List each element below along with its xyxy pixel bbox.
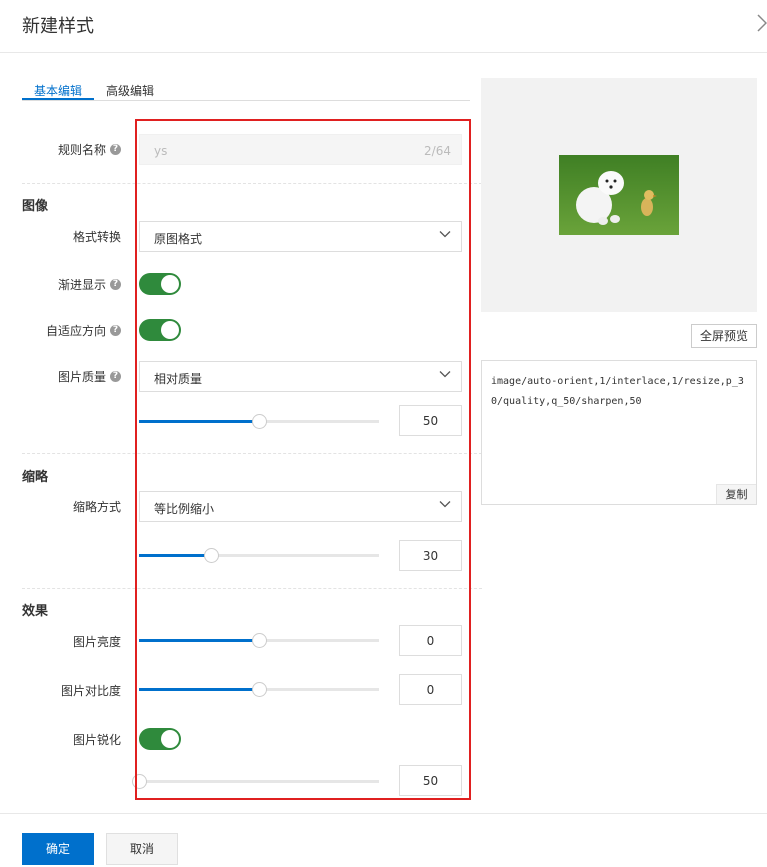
preview-image: [559, 155, 679, 235]
help-icon[interactable]: ?: [110, 144, 121, 155]
dialog-title: 新建样式: [22, 16, 94, 37]
section-title-effects: 效果: [22, 604, 49, 619]
progressive-label: 渐进显示 ?: [58, 276, 121, 293]
chevron-down-icon: [439, 368, 451, 380]
brightness-slider[interactable]: [139, 633, 379, 648]
contrast-value-input[interactable]: 0: [399, 674, 462, 705]
close-icon[interactable]: [757, 13, 767, 37]
char-count: 2/64: [424, 144, 451, 158]
resize-value-input[interactable]: 30: [399, 540, 462, 571]
help-icon[interactable]: ?: [110, 279, 121, 290]
progressive-toggle[interactable]: [139, 273, 181, 295]
image-preview: [481, 78, 757, 312]
toggle-knob: [161, 730, 179, 748]
slider-thumb[interactable]: [132, 774, 147, 789]
toggle-knob: [161, 321, 179, 339]
style-code-text: image/auto-orient,1/interlace,1/resize,p…: [491, 376, 744, 407]
contrast-label: 图片对比度: [60, 684, 121, 698]
help-icon[interactable]: ?: [110, 371, 121, 382]
slider-thumb[interactable]: [252, 633, 267, 648]
sharpen-toggle[interactable]: [139, 728, 181, 750]
quality-select[interactable]: 相对质量: [139, 361, 462, 392]
slider-thumb[interactable]: [252, 414, 267, 429]
dialog-footer: 确定 取消: [0, 813, 767, 867]
format-label: 格式转换: [72, 230, 121, 244]
resize-slider[interactable]: [139, 548, 379, 563]
section-title-thumbnail: 缩略: [22, 470, 49, 485]
sharpen-slider[interactable]: [132, 774, 379, 789]
active-tab-underline: [22, 98, 94, 100]
section-divider: [22, 183, 482, 184]
auto-orient-toggle[interactable]: [139, 319, 181, 341]
brightness-value-input[interactable]: 0: [399, 625, 462, 656]
rule-name-input: ys 2/64: [139, 134, 462, 165]
cancel-button[interactable]: 取消: [106, 833, 178, 865]
fullscreen-preview-button[interactable]: 全屏预览: [691, 324, 757, 348]
tab-advanced-edit[interactable]: 高级编辑: [106, 82, 154, 99]
copy-button[interactable]: 复制: [716, 484, 756, 504]
chevron-down-icon: [439, 228, 451, 240]
toggle-knob: [161, 275, 179, 293]
quality-label: 图片质量 ?: [58, 368, 121, 385]
slider-thumb[interactable]: [252, 682, 267, 697]
resize-label: 缩略方式: [72, 500, 121, 514]
quality-slider[interactable]: [139, 414, 379, 429]
brightness-label: 图片亮度: [72, 635, 121, 649]
chevron-down-icon: [439, 498, 451, 510]
resize-select[interactable]: 等比例缩小: [139, 491, 462, 522]
format-select[interactable]: 原图格式: [139, 221, 462, 252]
sharpen-label: 图片锐化: [72, 733, 121, 747]
section-title-image: 图像: [22, 199, 49, 214]
section-divider: [22, 588, 482, 589]
tab-basic-edit[interactable]: 基本编辑: [34, 82, 82, 99]
quality-value-input[interactable]: 50: [399, 405, 462, 436]
confirm-button[interactable]: 确定: [22, 833, 94, 865]
auto-orient-label: 自适应方向 ?: [46, 322, 121, 339]
dialog-header: 新建样式: [0, 0, 767, 53]
slider-thumb[interactable]: [204, 548, 219, 563]
contrast-slider[interactable]: [139, 682, 379, 697]
edit-tabs: 基本编辑 高级编辑: [22, 80, 470, 101]
sharpen-value-input[interactable]: 50: [399, 765, 462, 796]
style-code-box: image/auto-orient,1/interlace,1/resize,p…: [481, 360, 757, 505]
help-icon[interactable]: ?: [110, 325, 121, 336]
section-divider: [22, 453, 482, 454]
rule-name-label: 规则名称 ?: [58, 141, 121, 158]
